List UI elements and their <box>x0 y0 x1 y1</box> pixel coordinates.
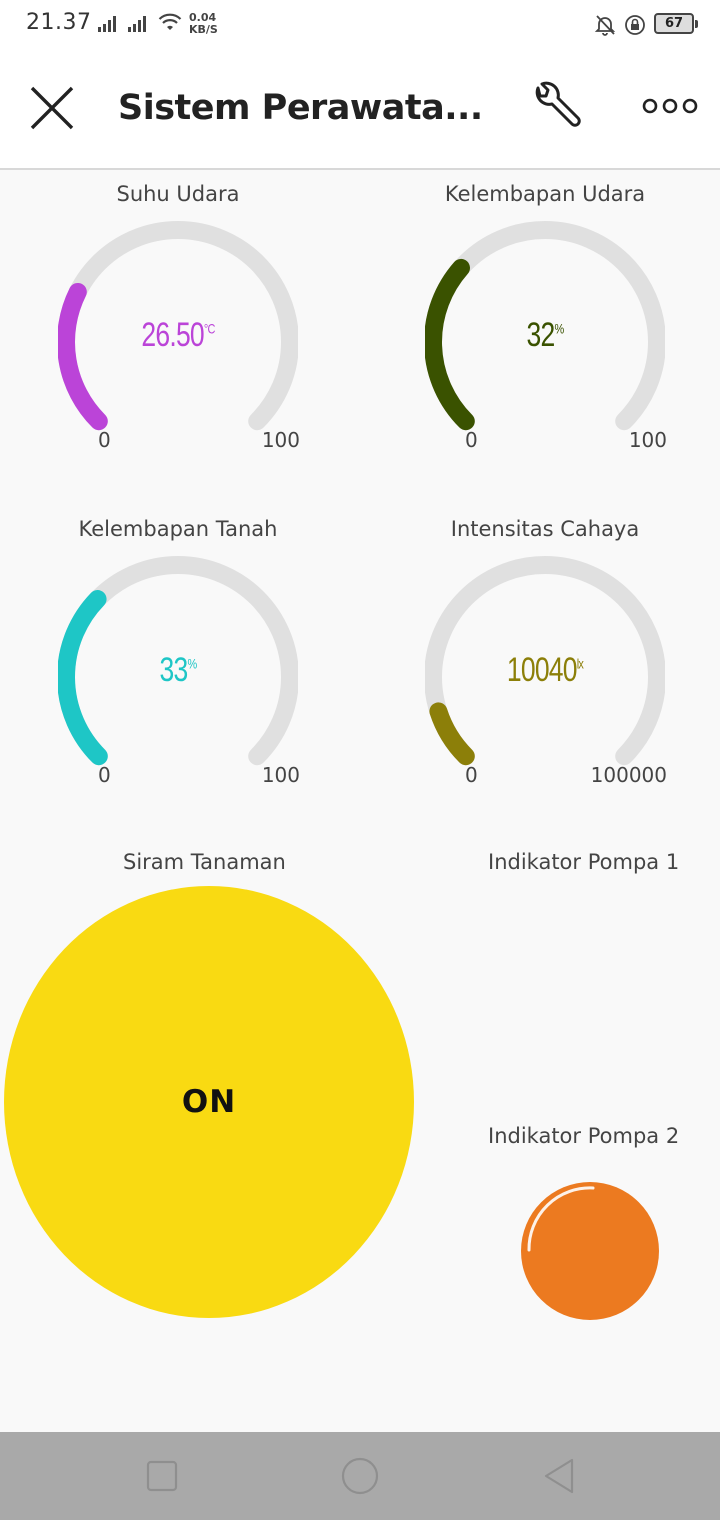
gauge-value-arc <box>58 282 108 431</box>
gauge-title: Intensitas Cahaya <box>450 517 640 541</box>
led-indicator-pompa-2 <box>521 1182 659 1320</box>
signal-icon <box>98 16 120 32</box>
network-speed: 0.04 KB/S <box>189 12 218 36</box>
close-icon[interactable] <box>26 82 78 134</box>
gauge-value-unit: lx <box>576 655 584 672</box>
gauge-max: 100 <box>628 428 667 452</box>
back-icon[interactable] <box>540 1456 580 1496</box>
gauge-value: 33% <box>61 651 295 690</box>
indicator-title-2: Indikator Pompa 2 <box>488 1124 680 1148</box>
gauge-min: 0 <box>465 428 478 452</box>
gauge-max: 100000 <box>590 763 667 787</box>
battery-level: 67 <box>664 16 684 31</box>
button-title: Siram Tanaman <box>123 850 286 874</box>
rotation-lock-icon <box>625 15 645 35</box>
gauge-max: 100 <box>261 763 300 787</box>
status-time: 21.37 <box>26 10 92 35</box>
indicator-title-1: Indikator Pompa 1 <box>488 850 680 874</box>
navigation-bar <box>0 1432 720 1520</box>
app-bar: Sistem Perawata... <box>0 52 720 170</box>
gauge-value-unit: % <box>187 655 198 672</box>
more-options-icon[interactable] <box>640 88 700 124</box>
battery-icon: 67 <box>654 13 698 34</box>
wrench-icon[interactable] <box>528 80 584 136</box>
wifi-icon <box>158 13 182 30</box>
gauge-value: 10040lx <box>428 651 662 690</box>
gauge-min: 0 <box>98 428 111 452</box>
led-highlight <box>527 1186 595 1252</box>
gauge-value-number: 10040 <box>506 651 578 689</box>
gauge-title: Suhu Udara <box>116 182 240 206</box>
gauge-value-arc <box>429 702 475 766</box>
gauge-value: 26.50°C <box>61 316 295 355</box>
gauge-title: Kelembapan Udara <box>444 182 646 206</box>
home-icon[interactable] <box>340 1456 380 1496</box>
gauge-value-unit: °C <box>203 320 215 337</box>
gauge-value-number: 32 <box>526 316 556 354</box>
bell-muted-icon <box>594 15 616 36</box>
button-state-label: ON <box>181 1084 237 1120</box>
gauge-max: 100 <box>261 428 300 452</box>
gauge-value: 32% <box>428 316 662 355</box>
page-title: Sistem Perawata... <box>118 88 483 128</box>
signal-icon-2 <box>128 16 150 32</box>
recent-apps-icon[interactable] <box>142 1456 182 1496</box>
status-bar: 21.37 0.04 KB/S 67 <box>0 0 720 52</box>
network-speed-unit: KB/S <box>189 23 218 36</box>
siram-tanaman-button[interactable]: ON <box>4 886 414 1318</box>
gauge-title: Kelembapan Tanah <box>78 517 278 541</box>
gauge-value-number: 26.50 <box>141 316 204 354</box>
gauge-min: 0 <box>98 763 111 787</box>
gauge-suhu-udara: Suhu Udara 26.50°C 0 100 <box>28 172 328 472</box>
gauge-value-unit: % <box>554 320 565 337</box>
gauge-kelembapan-tanah: Kelembapan Tanah 33% 0 100 <box>28 507 328 807</box>
gauge-intensitas-cahaya: Intensitas Cahaya 10040lx 0 100000 <box>395 507 695 807</box>
gauge-kelembapan-udara: Kelembapan Udara 32% 0 100 <box>395 172 695 472</box>
gauge-value-number: 33 <box>159 651 189 689</box>
gauge-min: 0 <box>465 763 478 787</box>
